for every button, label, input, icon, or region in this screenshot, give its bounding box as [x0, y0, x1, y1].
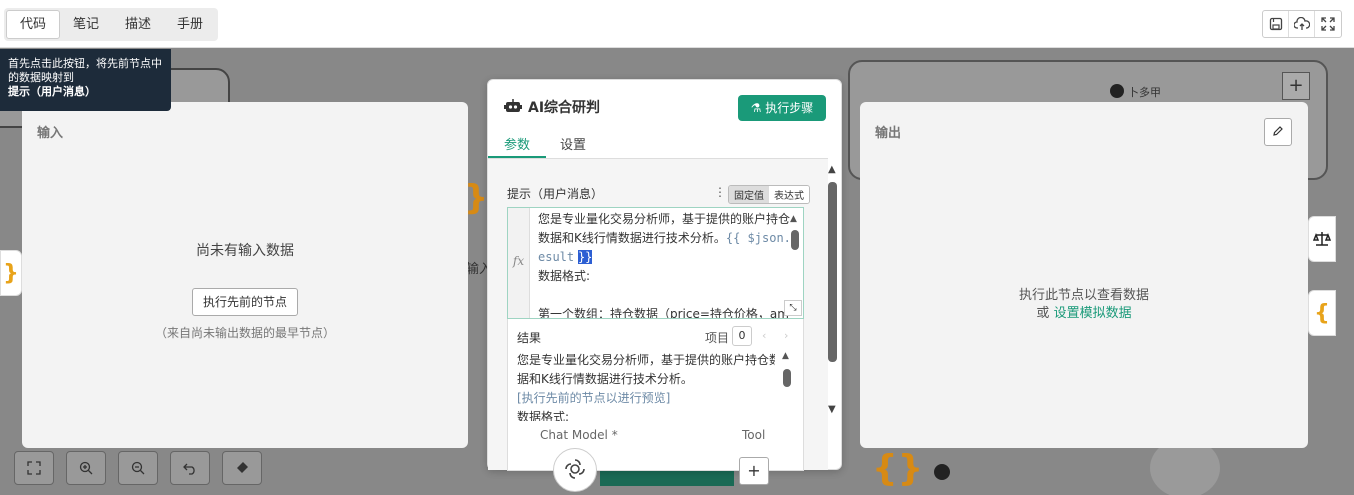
editor-text: 您是专业量化交易分析师，基于提供的账户持仓 数据和K线行情数据进行技术分析。{{… — [538, 210, 790, 319]
zoom-in-icon[interactable] — [66, 451, 106, 485]
output-empty-title: 执行此节点以查看数据 — [1018, 288, 1149, 303]
braces-tab-icon[interactable]: { — [1308, 290, 1336, 336]
add-tool-button[interactable]: + — [739, 457, 769, 485]
result-scroll-up-icon[interactable]: ▲ — [782, 351, 789, 361]
chat-model-connector[interactable] — [553, 448, 597, 492]
execute-step-button[interactable]: ⚗ 执行步骤 — [738, 95, 826, 121]
result-line: 您是专业量化交易分析师，基于提供的账户持仓数 — [517, 353, 775, 367]
result-panel: 结果 项目 0 ‹ › 您是专业量化交易分析师，基于提供的账户持仓数 据和K线行… — [507, 319, 804, 471]
tab-code[interactable]: 代码 — [6, 10, 61, 39]
mode-fixed[interactable]: 固定值 — [729, 186, 769, 203]
result-label: 结果 — [517, 331, 542, 345]
card-scrollbar-thumb[interactable] — [828, 182, 837, 362]
input-empty-title: 尚未有输入数据 — [196, 243, 294, 259]
expand-editor-icon[interactable]: ⤡ — [784, 300, 802, 316]
items-label: 项目 — [705, 331, 730, 345]
expression-token: esult — [538, 250, 575, 264]
output-empty-actions: 或 设置模拟数据 — [860, 302, 1308, 321]
save-icon[interactable] — [1263, 11, 1289, 37]
top-bar: 代码 笔记 描述 手册 — [0, 0, 1354, 48]
card-scroll-down-icon[interactable]: ▼ — [828, 404, 836, 415]
code-node-icon: {} — [872, 448, 924, 489]
result-line-text: 据和K线行情数据进行技术分析。 — [517, 372, 693, 386]
openai-icon — [564, 458, 586, 483]
tab-description[interactable]: 描述 — [112, 10, 164, 39]
input-hint: （来自尚未输出数据的最早节点） — [154, 326, 335, 340]
undo-icon[interactable] — [170, 451, 210, 485]
node-details-card: AI综合研判 ⚗ 执行步骤 参数 设置 提示（用户消息） ⋮ 固定值 表达式 f… — [487, 79, 842, 471]
tab-parameters[interactable]: 参数 — [504, 134, 530, 153]
left-braces-tab[interactable]: } — [0, 250, 22, 296]
expression-token: {{ $json.r — [725, 231, 790, 245]
tab-manual[interactable]: 手册 — [164, 10, 216, 39]
tooltip-text: 首先点击此按钮，将先前节点中的数据映射到 — [8, 57, 162, 84]
more-options-icon[interactable]: ⋮ — [714, 185, 726, 199]
prompt-editor[interactable]: fx 您是专业量化交易分析师，基于提供的账户持仓 数据和K线行情数据进行技术分析… — [507, 207, 804, 319]
fit-view-icon[interactable] — [14, 451, 54, 485]
input-panel-title: 输入 — [37, 126, 64, 141]
result-text: 您是专业量化交易分析师，基于提供的账户持仓数 据和K线行情数据进行技术分析。 [… — [517, 351, 775, 421]
mode-toggle: 固定值 表达式 — [728, 185, 810, 204]
result-placeholder: [执行先前的节点以进行预览] — [517, 391, 671, 405]
editor-scrollbar-thumb[interactable] — [791, 230, 799, 250]
fx-label: fx — [508, 208, 530, 318]
clean-icon[interactable] — [222, 451, 262, 485]
branch-label: 卜多甲 — [1128, 86, 1161, 99]
editor-line: 您是专业量化交易分析师，基于提供的账户持仓 — [538, 212, 790, 226]
result-scrollbar-thumb[interactable] — [783, 369, 791, 387]
tab-notes[interactable]: 笔记 — [60, 10, 112, 39]
add-node-button[interactable]: + — [1282, 72, 1310, 100]
card-scroll-up-icon[interactable]: ▲ — [828, 164, 836, 175]
editor-line: 第一个数组：持仓数据（price=持仓价格，amo — [538, 307, 790, 319]
input-panel: 输入 尚未有输入数据 执行先前的节点 （来自尚未输出数据的最早节点） — [22, 102, 468, 448]
connector-dot[interactable] — [1110, 84, 1124, 98]
tool-label: Tool — [742, 428, 766, 442]
view-tabs: 代码 笔记 描述 手册 — [4, 8, 219, 41]
output-panel: 输出 执行此节点以查看数据 或 设置模拟数据 — [860, 102, 1308, 448]
expression-close-selected: }} — [577, 250, 593, 264]
node-title: AI综合研判 — [528, 100, 601, 116]
mapping-tooltip: 首先点击此按钮，将先前节点中的数据映射到 提示（用户消息） — [0, 49, 171, 111]
editor-line-text: 数据和K线行情数据进行技术分析。 — [538, 231, 726, 245]
cloud-upload-icon[interactable] — [1289, 11, 1315, 37]
tab-settings[interactable]: 设置 — [560, 134, 586, 153]
chat-model-label: Chat Model * — [540, 428, 618, 442]
set-mock-data-link[interactable]: 设置模拟数据 — [1054, 306, 1132, 321]
run-previous-nodes-button[interactable]: 执行先前的节点 — [192, 288, 298, 316]
flask-icon: ⚗ — [750, 101, 762, 115]
robot-icon — [504, 98, 522, 117]
mode-expression[interactable]: 表达式 — [769, 186, 809, 203]
parameters-body: 提示（用户消息） ⋮ 固定值 表达式 fx 您是专业量化交易分析师，基于提供的账… — [488, 158, 828, 471]
prompt-label: 提示（用户消息） — [507, 187, 604, 201]
tooltip-bold-text: 提示（用户消息） — [8, 85, 96, 98]
editor-line: 数据和K线行情数据进行技术分析。{{ $json.r — [538, 229, 790, 248]
execute-step-label: 执行步骤 — [765, 101, 814, 115]
output-or-text: 或 — [1036, 306, 1050, 321]
result-line: 数据格式: — [517, 410, 570, 421]
scale-icon[interactable] — [1308, 216, 1336, 262]
result-line: 据和K线行情数据进行技术分析。 — [517, 370, 775, 389]
output-panel-title: 输出 — [875, 126, 902, 141]
editor-line: 数据格式: — [538, 269, 591, 283]
toolbar-icons — [1262, 10, 1342, 38]
prev-item-icon[interactable]: ‹ — [762, 329, 766, 342]
next-item-icon[interactable]: › — [784, 329, 788, 342]
zoom-out-icon[interactable] — [118, 451, 158, 485]
fullscreen-icon[interactable] — [1315, 11, 1341, 37]
editor-scroll-up-icon[interactable]: ▲ — [790, 214, 797, 224]
items-count[interactable]: 0 — [732, 326, 752, 346]
canvas-controls — [14, 451, 262, 485]
connector-dot[interactable] — [934, 464, 950, 480]
editor-line: esult }} — [538, 248, 790, 267]
pencil-icon — [1272, 125, 1284, 140]
edit-output-button[interactable] — [1264, 118, 1292, 146]
